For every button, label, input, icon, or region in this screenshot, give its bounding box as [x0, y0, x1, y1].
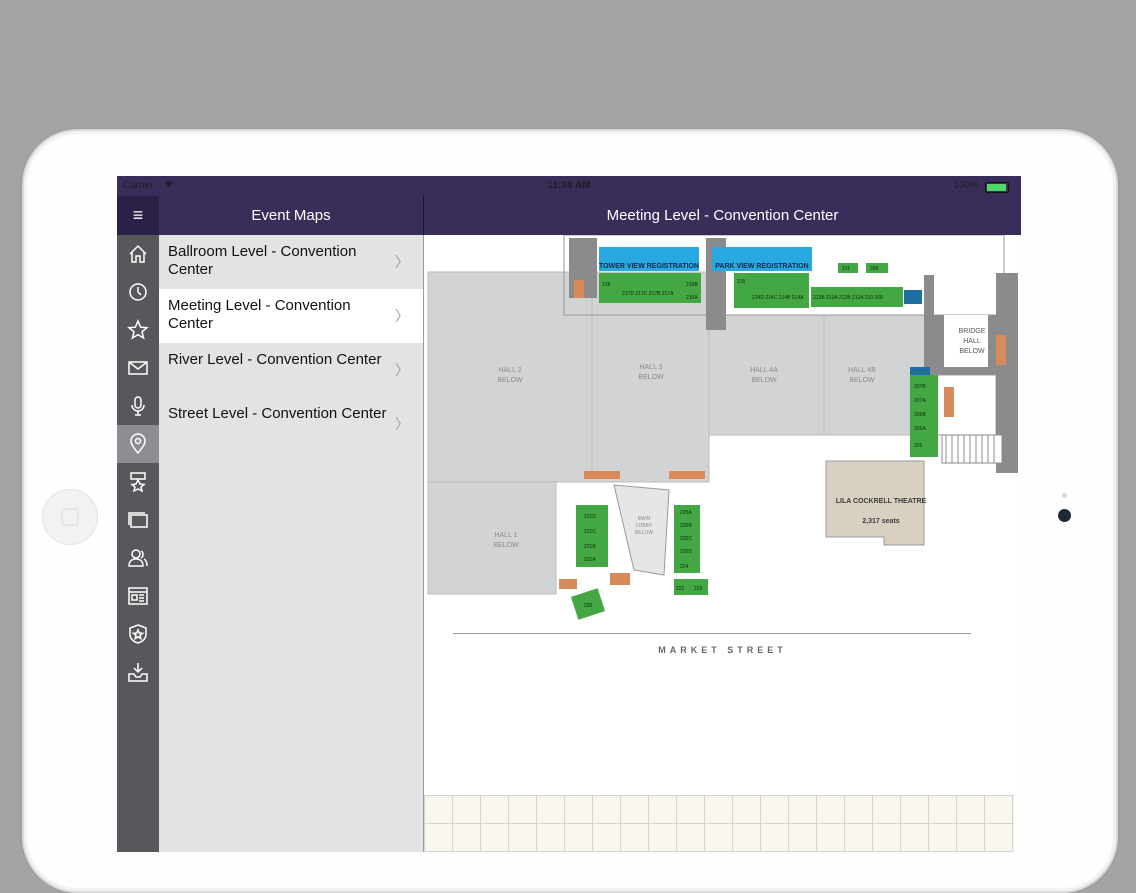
envelope-icon[interactable] — [117, 349, 159, 387]
svg-text:225B: 225B — [680, 523, 692, 529]
hall-1-label: HALL 1 — [494, 532, 517, 539]
svg-text:224: 224 — [680, 564, 689, 570]
svg-text:BELOW: BELOW — [497, 377, 523, 384]
svg-text:BELOW: BELOW — [849, 377, 875, 384]
svg-text:225A: 225A — [680, 510, 692, 516]
app-screen: Carrier 11:38 AM 100% ≡ Event Maps Meeti… — [117, 176, 1021, 852]
svg-text:215: 215 — [737, 279, 746, 285]
map-view[interactable]: TOWER VIEW REGISTRATION PARK VIEW REGIST… — [424, 235, 1021, 852]
svg-text:MAIN: MAIN — [638, 516, 651, 522]
windows-icon[interactable] — [117, 501, 159, 539]
svg-text:216A: 216A — [686, 295, 698, 301]
svg-text:221D: 221D — [584, 514, 596, 520]
home-icon[interactable] — [117, 235, 159, 273]
street-label: MARKET STREET — [658, 645, 787, 655]
theatre-name: LILA COCKRELL THEATRE — [836, 498, 927, 505]
list-item[interactable]: Street Level - Convention Center 〉 — [159, 397, 423, 451]
front-camera — [1058, 509, 1071, 522]
svg-text:220: 220 — [584, 603, 593, 609]
svg-text:221B: 221B — [584, 544, 596, 550]
svg-text:216B: 216B — [686, 282, 698, 288]
map-list: Ballroom Level - Convention Center 〉 Mee… — [159, 235, 423, 852]
page-title: Meeting Level - Convention Center — [606, 207, 839, 224]
icon-sidebar — [117, 235, 159, 852]
floorplan: TOWER VIEW REGISTRATION PARK VIEW REGIST… — [427, 235, 1018, 620]
home-button[interactable] — [42, 489, 98, 545]
battery-icon — [985, 182, 1009, 193]
svg-text:BELOW: BELOW — [635, 530, 653, 536]
park-registration-label: PARK VIEW REGISTRATION — [715, 263, 808, 270]
award-badge-icon[interactable] — [117, 463, 159, 501]
hall-2-label: HALL 2 — [498, 367, 521, 374]
hamburger-icon[interactable]: ≡ — [117, 196, 159, 235]
list-item[interactable]: Ballroom Level - Convention Center 〉 — [159, 235, 423, 289]
map-item-label: Ballroom Level - Convention Center — [168, 243, 357, 278]
map-item-label: Meeting Level - Convention Center — [168, 297, 351, 332]
hall-3-label: HALL 3 — [639, 364, 662, 371]
svg-text:205: 205 — [914, 443, 923, 449]
sensor — [1062, 493, 1067, 498]
svg-text:207B: 207B — [914, 384, 926, 390]
map-background-grid — [424, 795, 1014, 852]
svg-text:206B: 206B — [914, 412, 926, 418]
status-time: 11:38 AM — [547, 180, 591, 191]
svg-text:222: 222 — [676, 586, 685, 592]
theatre-seats: 2,317 seats — [862, 518, 899, 525]
svg-text:HALL: HALL — [963, 338, 981, 345]
bridge-hall-label: BRIDGE — [959, 328, 986, 335]
tower-registration-label: TOWER VIEW REGISTRATION — [599, 263, 699, 270]
microphone-icon[interactable] — [117, 387, 159, 425]
chevron-right-icon: 〉 — [395, 308, 409, 324]
svg-text:206A: 206A — [914, 426, 926, 432]
battery-percent: 100% — [953, 180, 979, 191]
status-bar: Carrier 11:38 AM 100% — [117, 176, 1021, 196]
chevron-right-icon: 〉 — [395, 416, 409, 432]
map-item-label: Street Level - Convention Center — [168, 405, 387, 422]
people-icon[interactable] — [117, 539, 159, 577]
svg-text:209: 209 — [870, 266, 879, 272]
svg-text:BELOW: BELOW — [751, 377, 777, 384]
map-pin-icon[interactable] — [117, 425, 159, 463]
svg-text:221C: 221C — [584, 529, 596, 535]
svg-text:221A: 221A — [584, 557, 596, 563]
svg-text:218: 218 — [602, 282, 611, 288]
list-item[interactable]: River Level - Convention Center 〉 — [159, 343, 423, 397]
star-icon[interactable] — [117, 311, 159, 349]
chevron-right-icon: 〉 — [395, 254, 409, 270]
shield-star-icon[interactable] — [117, 615, 159, 653]
hall-4b-label: HALL 4B — [848, 367, 876, 374]
svg-text:223: 223 — [694, 586, 703, 592]
svg-text:211: 211 — [842, 266, 850, 272]
download-tray-icon[interactable] — [117, 653, 159, 691]
svg-text:BELOW: BELOW — [959, 348, 985, 355]
clock-icon[interactable] — [117, 273, 159, 311]
svg-text:225C: 225C — [680, 536, 692, 542]
newspaper-icon[interactable] — [117, 577, 159, 615]
street-line — [453, 633, 971, 634]
list-item[interactable]: Meeting Level - Convention Center 〉 — [159, 289, 423, 343]
svg-text:217D 217C 217B 217A: 217D 217C 217B 217A — [622, 291, 674, 297]
svg-text:213B 213A 212B 212A 210 208: 213B 213A 212B 212A 210 208 — [813, 295, 883, 301]
list-title: Event Maps — [251, 207, 331, 224]
nav-bar: ≡ Event Maps Meeting Level - Convention … — [117, 196, 1021, 235]
map-item-label: River Level - Convention Center — [168, 351, 382, 368]
svg-text:207A: 207A — [914, 398, 926, 404]
svg-text:LOBBY: LOBBY — [636, 523, 653, 529]
svg-text:225D: 225D — [680, 549, 692, 555]
svg-text:214D 214C 214B 214A: 214D 214C 214B 214A — [752, 295, 804, 301]
svg-text:BELOW: BELOW — [638, 374, 664, 381]
hall-4a-label: HALL 4A — [750, 367, 778, 374]
svg-text:BELOW: BELOW — [493, 542, 519, 549]
chevron-right-icon: 〉 — [395, 362, 409, 378]
